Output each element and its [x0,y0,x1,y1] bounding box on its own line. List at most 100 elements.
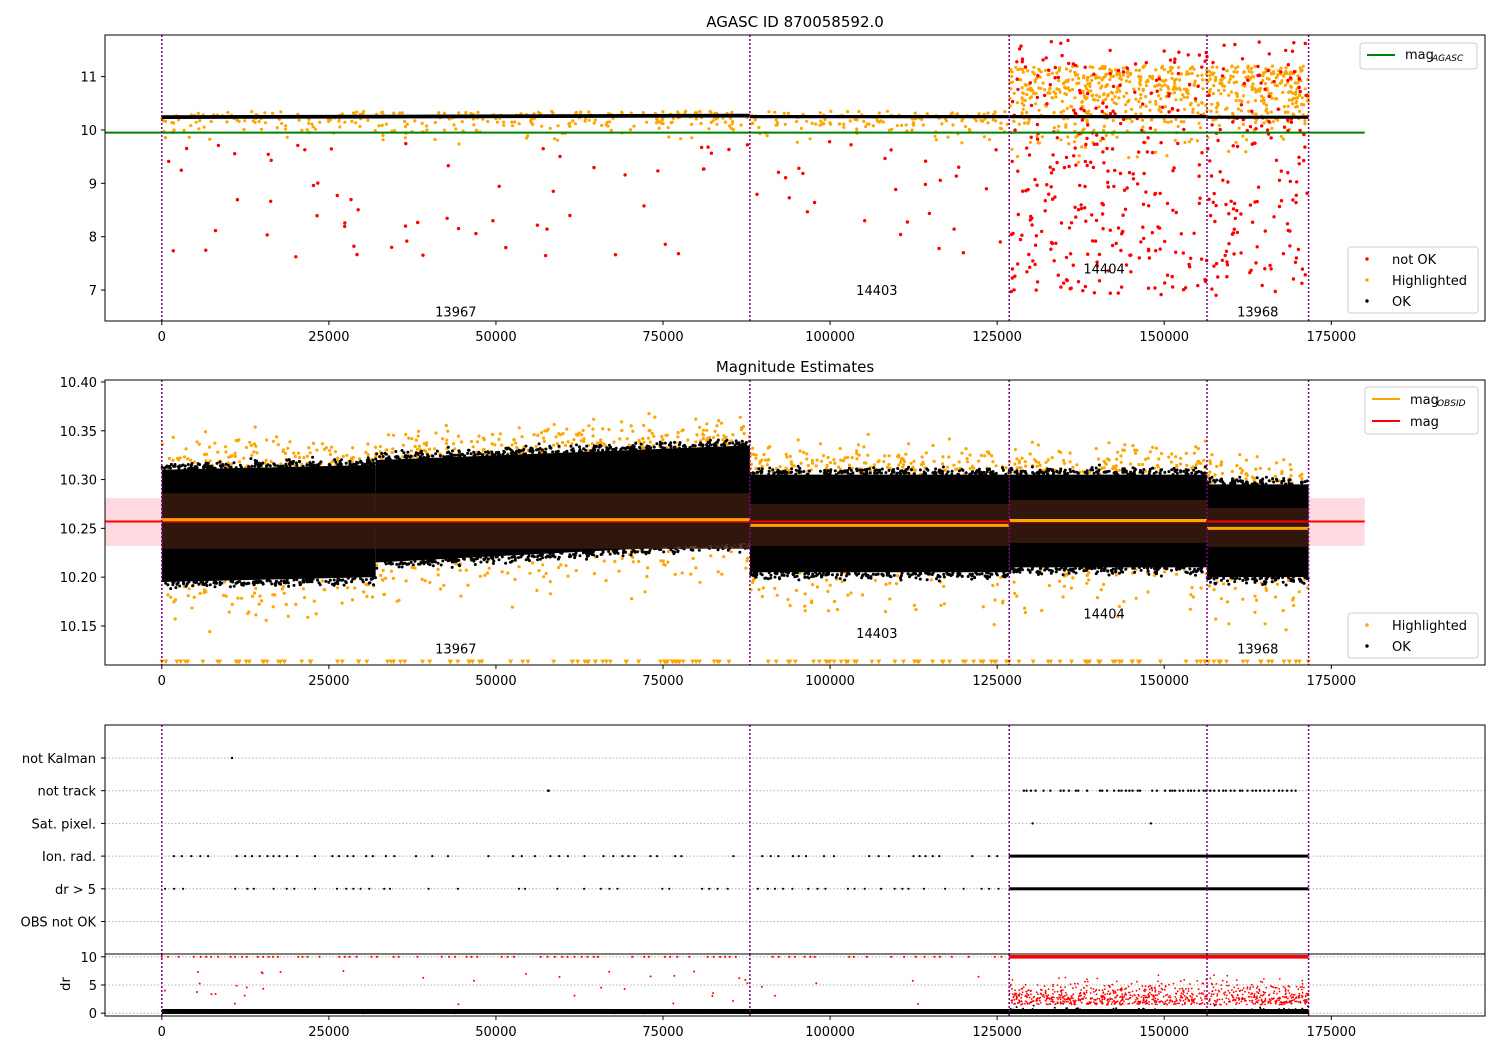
highlighted-point [705,428,709,432]
highlighted-point [1202,112,1206,116]
ok-point [1182,566,1186,570]
y-tick-label: 10.20 [60,571,97,586]
highlighted-point [855,452,859,456]
highlighted-point [1021,70,1025,74]
ok-point [1259,479,1262,483]
ok-point [1131,566,1135,570]
ok-point [1184,570,1188,574]
highlighted-point [373,445,378,449]
highlighted-point [713,429,717,433]
flag-point [1173,789,1177,792]
highlighted-point [362,590,366,594]
highlighted-point [877,111,882,115]
not-ok-point [1083,159,1088,164]
highlighted-point [1013,448,1018,452]
not-ok-point [1255,199,1259,204]
flag-point [278,855,281,858]
highlighted-point [1240,469,1245,473]
highlighted-point [336,456,340,460]
ok-point [536,558,540,562]
ok-point [1039,566,1043,570]
ok-point [193,466,197,470]
ok-point [458,564,462,568]
ok-point [971,470,974,474]
highlighted-point [1064,67,1069,71]
highlighted-point [271,111,275,115]
highlighted-point [1085,96,1089,100]
ok-point [445,455,449,459]
highlighted-point [837,122,842,126]
ok-point [1106,569,1110,573]
highlighted-point [657,126,661,130]
ok-point [918,577,922,581]
flag-point [1155,789,1159,792]
ok-point [421,456,425,460]
highlighted-point [1030,440,1034,444]
not-ok-point [1154,78,1159,83]
highlighted-point [532,433,536,437]
ok-point [786,574,789,578]
ok-point [884,471,888,475]
y-tick-label: 10.40 [60,376,97,391]
ok-point [834,473,838,477]
ok-point [586,553,590,557]
highlighted-point [198,119,202,123]
not-ok-point [1289,120,1294,124]
ok-point [401,562,405,566]
highlighted-point [708,109,712,114]
flag-point [1131,789,1134,792]
ok-point [790,470,794,474]
highlighted-point [574,568,578,573]
highlighted-point [1160,84,1164,88]
not-ok-point [905,220,910,224]
ok-point [1114,567,1118,570]
ok-point [292,578,296,582]
highlighted-point [1244,150,1248,154]
highlighted-point [391,576,395,581]
ok-point [344,461,348,465]
highlighted-point [881,120,885,124]
flag-point [293,887,296,890]
legend-highlighted-marker [1365,623,1369,627]
ok-point [324,579,328,583]
highlighted-point [1107,441,1111,445]
not-ok-point [1100,212,1105,216]
highlighted-point [487,566,491,570]
not-ok-point [1254,127,1258,131]
not-ok-point [1272,79,1276,84]
ok-point [190,462,194,465]
ok-point [759,572,763,576]
not-ok-point [783,176,788,180]
highlighted-point [1076,160,1081,164]
highlighted-point [1106,93,1110,97]
highlighted-point [175,456,180,460]
not-ok-point [709,151,714,155]
highlighted-point [1276,73,1280,77]
highlighted-point [314,612,318,616]
highlighted-point [1293,92,1298,96]
ok-point [435,449,439,453]
ok-point [409,560,413,564]
highlighted-point [1301,64,1305,68]
not-ok-point [1018,237,1023,242]
highlighted-point [819,459,824,463]
ok-point [197,582,201,586]
panel1-title: AGASC ID 870058592.0 [706,13,884,31]
ok-point [572,553,575,556]
highlighted-point [1015,101,1020,105]
not-ok-point [1020,233,1024,237]
not-ok-point [984,187,989,191]
highlighted-point [573,122,578,126]
highlighted-point [669,121,673,125]
highlighted-point [296,451,301,455]
highlighted-point [308,451,312,455]
highlighted-point [862,119,866,123]
not-ok-point [1173,57,1177,61]
highlighted-point [286,614,290,618]
ok-point [767,571,771,575]
highlighted-point [1213,79,1217,83]
highlighted-point [257,119,261,124]
legend-ok-marker [1365,644,1369,648]
flag-point [272,887,275,890]
highlighted-point [1060,99,1064,103]
